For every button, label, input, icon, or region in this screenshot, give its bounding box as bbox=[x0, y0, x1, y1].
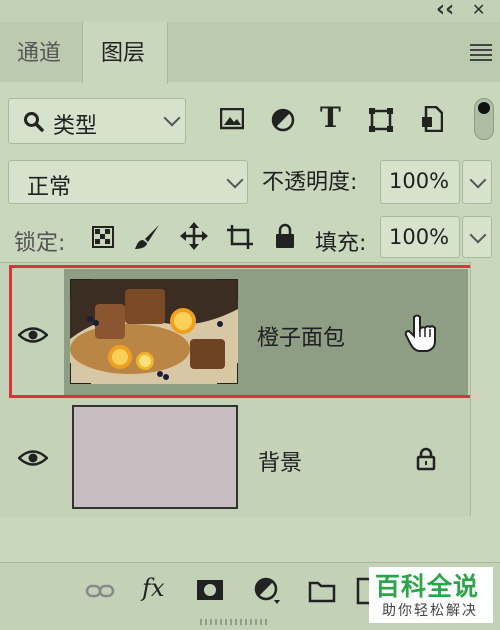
add-layer-style-icon[interactable]: fx bbox=[142, 574, 164, 602]
watermark-subtitle: 助你轻松解决 bbox=[382, 603, 478, 619]
opacity-dropdown-button[interactable] bbox=[462, 160, 492, 204]
image-filter-icon[interactable] bbox=[220, 108, 244, 130]
chevron-down-icon bbox=[163, 109, 181, 127]
layer-lock-icon bbox=[416, 447, 436, 471]
filter-toggle[interactable] bbox=[474, 98, 494, 140]
watermark-title: 百科全说 bbox=[375, 572, 480, 601]
collapse-panel-icon[interactable]: ‹‹ bbox=[436, 0, 454, 22]
opacity-input[interactable]: 100% bbox=[380, 160, 460, 204]
adjustment-layer-icon[interactable] bbox=[254, 577, 282, 605]
chevron-down-icon bbox=[469, 226, 487, 244]
tab-channels-label: 通道 bbox=[17, 41, 62, 66]
filter-type-label: 类型 bbox=[53, 114, 98, 139]
fill-value: 100% bbox=[389, 225, 450, 249]
layers-scrollbar[interactable] bbox=[470, 262, 500, 516]
tab-bar: 通道 图层 bbox=[0, 22, 500, 84]
tab-channels[interactable]: 通道 bbox=[0, 22, 82, 80]
new-group-icon[interactable] bbox=[308, 579, 336, 603]
resize-grip[interactable] bbox=[200, 619, 270, 625]
tab-layers[interactable]: 图层 bbox=[82, 22, 168, 84]
chevron-down-icon bbox=[469, 171, 487, 189]
adjustment-filter-icon[interactable] bbox=[271, 108, 295, 132]
close-panel-icon[interactable]: ✕ bbox=[472, 0, 485, 19]
fill-label: 填充: bbox=[315, 231, 367, 256]
smart-object-filter-icon[interactable] bbox=[421, 106, 443, 132]
fill-dropdown-button[interactable] bbox=[462, 216, 492, 258]
tab-layers-label: 图层 bbox=[101, 41, 146, 66]
lock-transparent-pixels-icon[interactable] bbox=[92, 226, 114, 248]
selection-highlight-box bbox=[9, 265, 483, 398]
link-layers-icon[interactable] bbox=[85, 581, 115, 601]
shape-filter-icon[interactable] bbox=[368, 107, 394, 133]
filter-type-select[interactable]: 类型 bbox=[8, 98, 186, 144]
lock-position-icon[interactable] bbox=[180, 222, 208, 250]
type-filter-icon[interactable]: T bbox=[320, 101, 341, 134]
panel-topbar: ‹‹ ✕ bbox=[0, 0, 500, 22]
lock-label: 锁定: bbox=[14, 231, 66, 256]
opacity-label: 不透明度: bbox=[262, 170, 358, 195]
search-icon bbox=[24, 112, 44, 132]
blend-mode-select[interactable]: 正常 bbox=[8, 160, 248, 204]
layer-row[interactable]: 背景 bbox=[0, 403, 470, 517]
blend-mode-value: 正常 bbox=[27, 175, 72, 200]
fill-input[interactable]: 100% bbox=[380, 216, 460, 258]
layer-thumbnail bbox=[72, 405, 238, 509]
panel-menu-icon[interactable] bbox=[470, 44, 492, 61]
opacity-value: 100% bbox=[389, 169, 450, 193]
lock-artboard-icon[interactable] bbox=[225, 223, 255, 251]
add-mask-icon[interactable] bbox=[196, 579, 224, 601]
lock-image-pixels-icon[interactable] bbox=[133, 223, 161, 251]
layer-name[interactable]: 背景 bbox=[258, 445, 302, 477]
visibility-eye-icon[interactable] bbox=[18, 449, 48, 467]
lock-all-icon[interactable] bbox=[275, 223, 295, 249]
watermark-logo: 百科全说 助你轻松解决 bbox=[369, 567, 493, 623]
chevron-down-icon bbox=[226, 171, 244, 189]
